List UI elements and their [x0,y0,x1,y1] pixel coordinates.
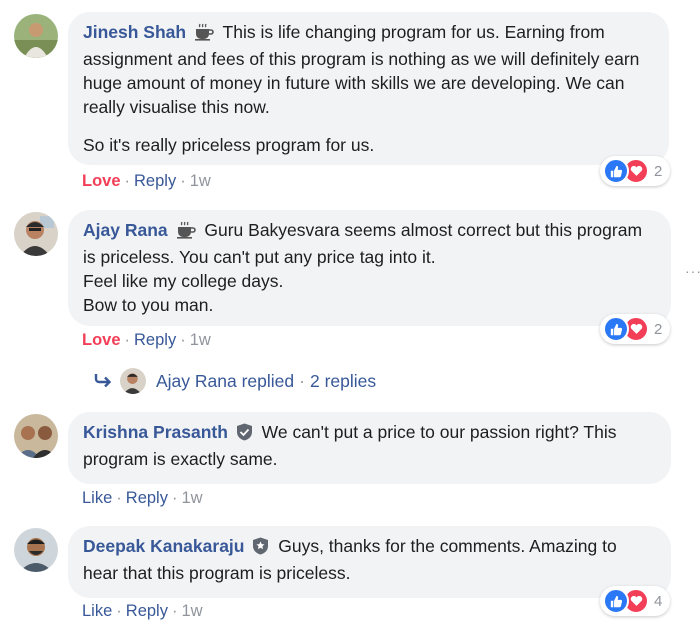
replies-author-text: Ajay Rana replied [156,370,295,391]
reply-link[interactable]: Reply [126,602,168,620]
comment-actions: Like · Reply · 1w [82,489,203,507]
comment-bubble: Krishna Prasanth We can't put a price to… [68,412,671,484]
comment-actions: Love · Reply · 1w [82,172,211,190]
coffee-cup-icon [176,221,196,245]
comment-bubble: Jinesh Shah This is life changing progra… [68,12,669,165]
comment-bubble: Deepak Kanakaraju Guys, thanks for the c… [68,526,671,598]
reactions-summary[interactable]: 4 [600,586,671,616]
coffee-cup-icon [194,23,214,47]
timestamp[interactable]: 1w [181,602,202,620]
reply-link[interactable]: Reply [134,172,176,190]
love-link[interactable]: Love [82,172,121,190]
avatar[interactable] [14,414,58,458]
timestamp[interactable]: 1w [190,331,211,349]
comment-text-paragraph: So it's really priceless program for us. [83,135,375,155]
comment-author[interactable]: Krishna Prasanth [83,422,228,442]
avatar[interactable] [14,14,58,58]
replies-count: 2 replies [309,370,377,391]
comment-text-line: Feel like my college days. [83,271,284,291]
like-reaction-icon [603,158,629,184]
reaction-count: 2 [654,162,663,180]
reactions-summary[interactable]: 2 [600,156,671,186]
comment-actions: Like · Reply · 1w [82,602,203,620]
reply-link[interactable]: Reply [126,489,168,507]
like-link[interactable]: Like [82,602,112,620]
like-link[interactable]: Like [82,489,112,507]
reply-avatar [120,368,146,394]
reaction-count: 2 [654,320,663,338]
reply-arrow-icon [94,371,112,392]
love-link[interactable]: Love [82,331,121,349]
comment-author[interactable]: Ajay Rana [83,220,168,240]
reaction-count: 4 [654,592,663,610]
comment-actions: Love · Reply · 1w [82,331,211,349]
shield-check-icon [236,423,253,447]
avatar[interactable] [14,212,58,256]
reactions-summary[interactable]: 2 [600,314,671,344]
like-reaction-icon [603,316,629,342]
timestamp[interactable]: 1w [181,489,202,507]
comment-author[interactable]: Jinesh Shah [83,22,186,42]
comment-author[interactable]: Deepak Kanakaraju [83,536,244,556]
more-options-icon[interactable]: ··· [685,263,700,279]
reply-link[interactable]: Reply [134,331,176,349]
comment-bubble: Ajay Rana Guru Bakyesvara seems almost c… [68,210,671,326]
shield-star-icon [252,537,269,561]
like-reaction-icon [603,588,629,614]
timestamp[interactable]: 1w [190,172,211,190]
avatar[interactable] [14,528,58,572]
view-replies-link[interactable]: Ajay Rana replied · 2 replies [94,368,376,394]
comment-text-line: Bow to you man. [83,295,214,315]
